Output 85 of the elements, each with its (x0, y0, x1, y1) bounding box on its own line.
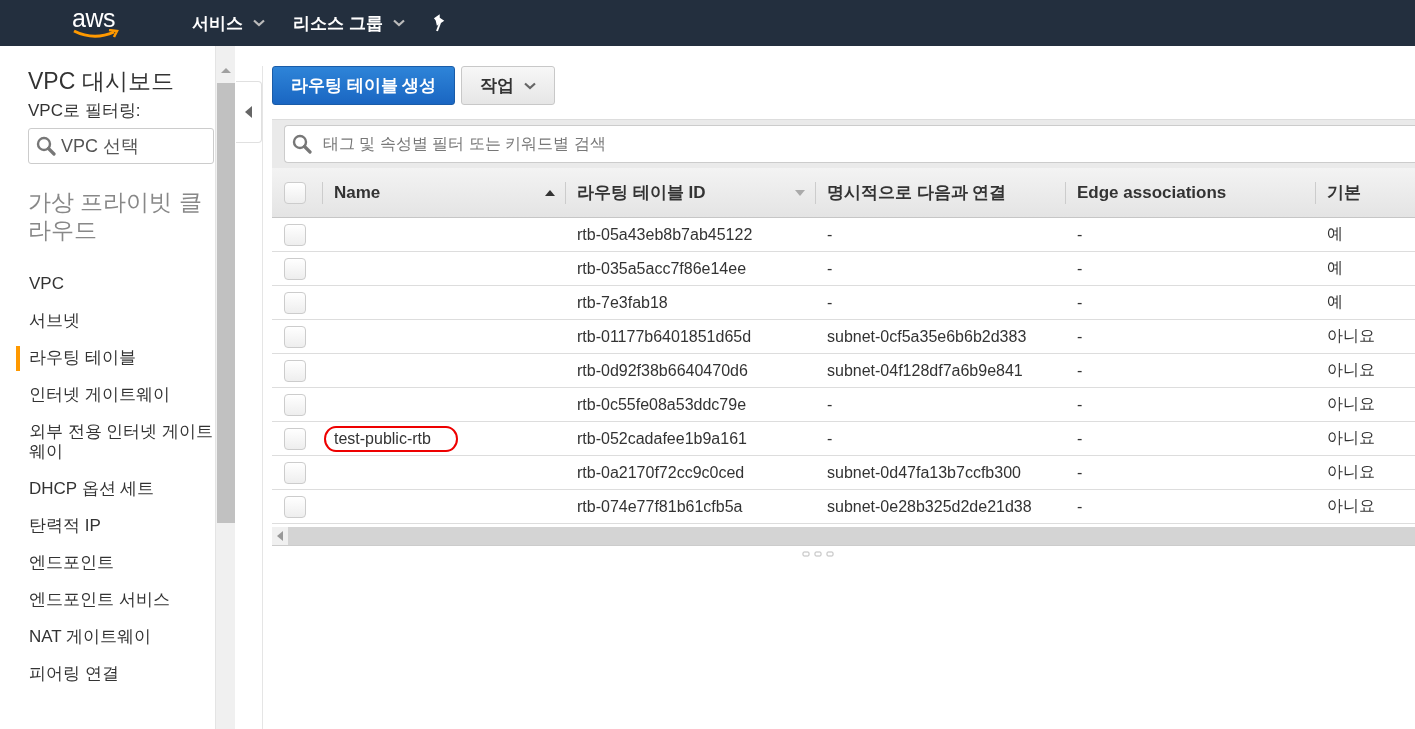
sidebar-item[interactable]: 피어링 연결 (0, 656, 215, 693)
table-cell: - (1077, 259, 1083, 278)
table-cell: - (1077, 395, 1083, 414)
table-cell: subnet-0e28b325d2de21d38 (827, 497, 1032, 516)
filter-label: VPC로 필터링: (28, 100, 142, 122)
caret-icon (392, 19, 405, 27)
logo-text[interactable]: aws (72, 7, 115, 29)
select-all-checkbox[interactable] (284, 181, 306, 204)
row-checkbox[interactable] (284, 427, 306, 450)
sidebar-item[interactable]: 서브넷 (0, 303, 215, 340)
search-field[interactable]: 태그 및 속성별 필터 또는 키워드별 검색 (284, 125, 1415, 163)
column-header[interactable]: 명시적으로 다음과 연결 (815, 168, 1065, 218)
table-cell-text: 아니요 (1327, 496, 1375, 516)
sidebar-item[interactable]: 외부 전용 인터넷 게이트웨이 (0, 414, 215, 471)
search-icon (36, 136, 56, 156)
table-cell: rtb-05a43eb8b7ab45122 (577, 225, 753, 244)
table-cell-text: 예 (1327, 292, 1343, 312)
table-cell: subnet-0d47fa13b7ccfb300 (827, 463, 1021, 482)
table-cell: - (1077, 429, 1083, 448)
table-cell: rtb-035a5acc7f86e14ee (577, 259, 747, 278)
row-checkbox[interactable] (284, 461, 306, 484)
column-header[interactable]: 라우팅 테이블 ID (565, 168, 815, 218)
table-cell: - (827, 293, 833, 312)
table-cell-text: 아니요 (1327, 360, 1375, 380)
actions-button[interactable]: 작업 (461, 66, 556, 105)
sidebar-item[interactable]: NAT 게이트웨이 (0, 619, 215, 656)
collapse-sidebar-button[interactable] (236, 81, 262, 143)
table-cell: - (1077, 327, 1083, 346)
table-cell: rtb-074e77f81b61cfb5a (577, 497, 743, 516)
table-cell: rtb-0c55fe08a53ddc79e (577, 395, 747, 414)
resize-handle-icon[interactable] (802, 551, 834, 557)
sidebar-item[interactable]: 라우팅 테이블 (0, 340, 215, 377)
row-checkbox[interactable] (284, 495, 306, 518)
table-cell: test-public-rtb (334, 429, 431, 448)
caret-icon (253, 19, 265, 27)
table-cell: rtb-0d92f38b6640470d6 (577, 361, 748, 380)
table-cell-text: 예 (1327, 224, 1343, 244)
row-checkbox[interactable] (284, 393, 306, 416)
table-cell-text: 아니요 (1327, 428, 1375, 448)
sidebar-item[interactable]: 탄력적 IP (0, 508, 215, 545)
table-cell: rtb-052cadafee1b9a161 (577, 429, 747, 448)
column-header[interactable]: Edge associations (1065, 168, 1315, 218)
column-header[interactable]: 기본 (1315, 168, 1415, 218)
table-cell: rtb-7e3fab18 (577, 293, 668, 312)
table-cell: - (827, 259, 833, 278)
table-cell: rtb-01177b6401851d65d (577, 327, 752, 346)
sidebar-item[interactable]: DHCP 옵션 세트 (0, 471, 215, 508)
table-cell: - (1077, 225, 1083, 244)
table-cell: - (827, 225, 833, 244)
table-cell-text: 예 (1327, 258, 1343, 278)
triangle-left-icon[interactable] (277, 531, 283, 541)
table-cell: - (827, 429, 833, 448)
vertical-scrollbar[interactable] (215, 46, 235, 729)
sidebar-item[interactable]: 엔드포인트 서비스 (0, 582, 215, 619)
row-checkbox[interactable] (284, 325, 306, 348)
caret-icon (524, 81, 537, 90)
row-checkbox[interactable] (284, 291, 306, 314)
sidebar-item[interactable]: 인터넷 게이트웨이 (0, 377, 215, 414)
nav-menu[interactable]: 리소스 그룹 (293, 11, 405, 35)
table-cell: subnet-04f128df7a6b9e841 (827, 361, 1023, 380)
vpc-select-field[interactable]: VPC 선택 (28, 128, 214, 164)
table-cell: - (827, 395, 833, 414)
row-checkbox[interactable] (284, 359, 306, 382)
nav-menu[interactable]: 서비스 (192, 11, 265, 35)
table-cell: rtb-0a2170f72cc9c0ced (577, 463, 745, 482)
table-cell-text: 아니요 (1327, 326, 1375, 346)
smile-arrow-icon (72, 29, 120, 39)
horizontal-scrollbar[interactable] (272, 524, 1415, 546)
sidebar-title: VPC 대시보드 (28, 67, 175, 96)
sidebar-item[interactable]: 엔드포인트 (0, 545, 215, 582)
create-button[interactable]: 라우팅 테이블 생성 (272, 66, 456, 105)
table-cell-text: 아니요 (1327, 394, 1375, 414)
search-icon (292, 134, 312, 154)
table-cell-text: 아니요 (1327, 462, 1375, 482)
sidebar-section-heading: 가상 프라이빗 클라우드 (28, 188, 203, 244)
sidebar-item[interactable]: VPC (0, 266, 215, 303)
table-cell: subnet-0cf5a35e6b6b2d383 (827, 327, 1027, 346)
row-checkbox[interactable] (284, 223, 306, 246)
table-cell: - (1077, 293, 1083, 312)
table-cell: - (1077, 361, 1083, 380)
row-checkbox[interactable] (284, 257, 306, 280)
table-cell: - (1077, 497, 1083, 516)
column-header[interactable]: Name (322, 168, 565, 218)
table-cell: - (1077, 463, 1083, 482)
triangle-left-icon (244, 106, 253, 118)
